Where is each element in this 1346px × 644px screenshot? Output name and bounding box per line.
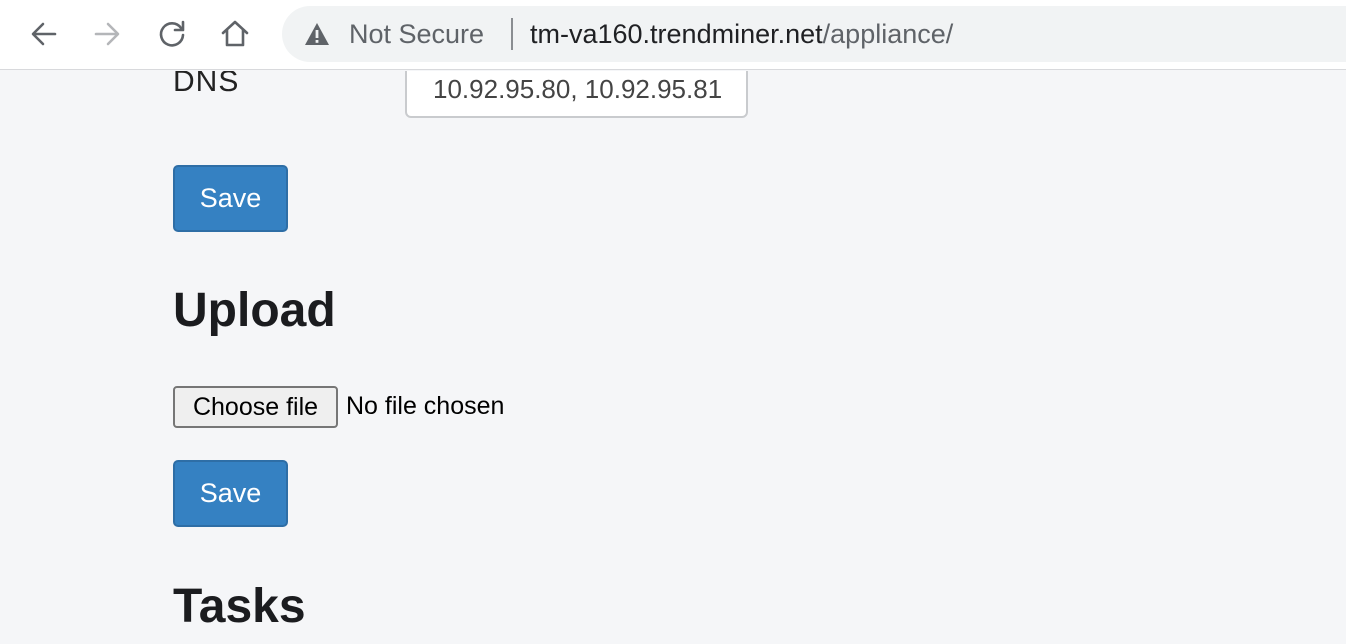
url-text[interactable]: tm-va160.trendminer.net/appliance/ [530,19,953,49]
forward-button[interactable] [89,16,125,52]
browser-toolbar: Not Secure tm-va160.trendminer.net/appli… [0,0,1346,70]
reload-button[interactable] [154,16,190,52]
back-button[interactable] [26,16,62,52]
url-path: /appliance/ [822,19,954,49]
forward-arrow-icon [94,22,120,46]
address-bar[interactable]: Not Secure tm-va160.trendminer.net/appli… [282,6,1346,62]
tasks-heading: Tasks [173,580,306,633]
url-host: tm-va160.trendminer.net [530,19,823,49]
dns-input[interactable] [405,71,748,118]
choose-file-button[interactable]: Choose file [173,386,338,428]
address-separator [511,18,513,50]
home-icon [221,20,249,47]
warning-icon[interactable] [304,22,330,46]
upload-heading: Upload [173,284,336,337]
page-content: DNS Save Upload Choose file No file chos… [0,71,1346,644]
reload-icon [159,20,185,47]
save-network-button[interactable]: Save [173,165,288,232]
back-arrow-icon [31,22,57,46]
file-status-text: No file chosen [346,392,505,420]
security-status-label[interactable]: Not Secure [349,19,484,49]
home-button[interactable] [217,16,253,52]
save-upload-button[interactable]: Save [173,460,288,527]
dns-label: DNS [173,71,240,98]
